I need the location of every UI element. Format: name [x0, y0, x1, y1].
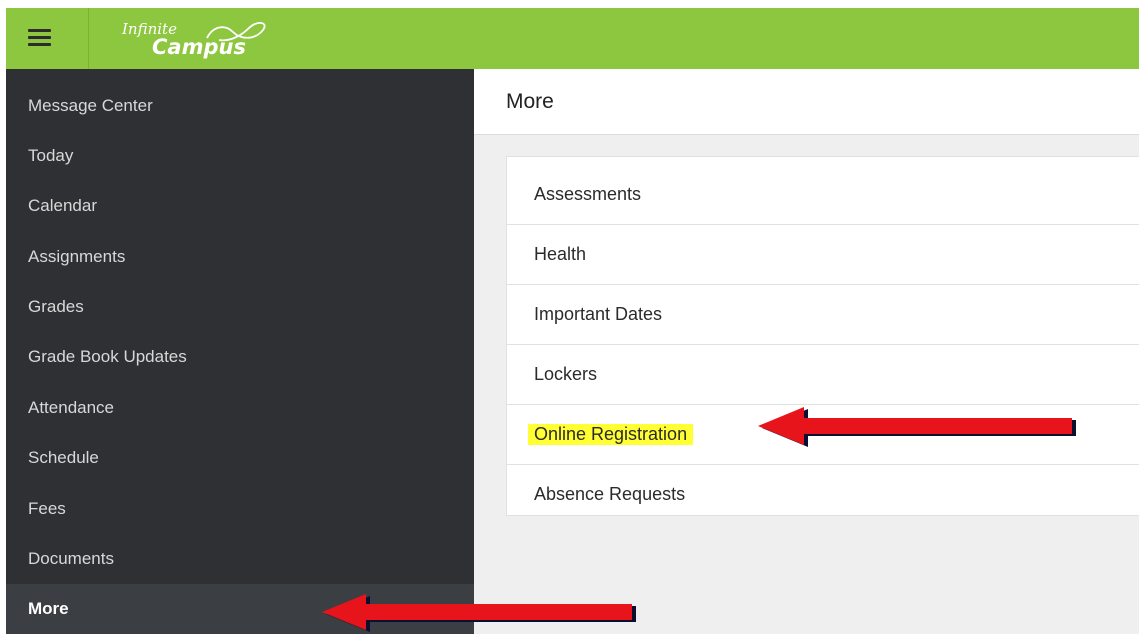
- menu-button[interactable]: [6, 8, 89, 69]
- app-frame: Infinite Campus Message Center Today Cal…: [6, 8, 1139, 634]
- page-title: More: [506, 90, 554, 113]
- sidebar-item-grades[interactable]: Grades: [6, 282, 474, 332]
- sidebar-item-label: Message Center: [28, 96, 153, 115]
- sidebar-item-documents[interactable]: Documents: [6, 534, 474, 584]
- sidebar-item-message-center[interactable]: Message Center: [6, 81, 474, 131]
- annotation-arrow-more: [322, 594, 636, 632]
- sidebar-item-label: Calendar: [28, 196, 97, 215]
- annotation-arrow-online-registration: [758, 407, 1076, 447]
- sidebar-item-label: Grade Book Updates: [28, 347, 187, 366]
- left-arrow-icon: [758, 407, 1076, 447]
- sidebar-item-calendar[interactable]: Calendar: [6, 181, 474, 231]
- list-item-label-highlighted: Online Registration: [528, 424, 694, 445]
- sidebar-item-label: Fees: [28, 499, 66, 518]
- sidebar-item-label: Grades: [28, 297, 84, 316]
- infinity-swoosh-icon: [206, 22, 266, 42]
- list-item-label: Health: [534, 244, 587, 264]
- sidebar-item-attendance[interactable]: Attendance: [6, 383, 474, 433]
- list-item-assessments[interactable]: Assessments: [507, 165, 1139, 225]
- list-item-important-dates[interactable]: Important Dates: [507, 285, 1139, 345]
- list-item-absence-requests[interactable]: Absence Requests: [507, 465, 1139, 525]
- sidebar-item-label: More: [28, 599, 69, 618]
- infinite-campus-logo[interactable]: Infinite Campus: [122, 14, 322, 64]
- sidebar-item-fees[interactable]: Fees: [6, 484, 474, 534]
- top-bar: Infinite Campus: [6, 8, 1139, 69]
- more-list: Assessments Health Important Dates Locke…: [506, 156, 1139, 516]
- sidebar-item-today[interactable]: Today: [6, 131, 474, 181]
- page-header: More: [474, 69, 1139, 135]
- sidebar-item-label: Documents: [28, 549, 114, 568]
- left-arrow-icon: [322, 594, 636, 632]
- list-item-lockers[interactable]: Lockers: [507, 345, 1139, 405]
- sidebar-item-schedule[interactable]: Schedule: [6, 433, 474, 483]
- sidebar-nav: Message Center Today Calendar Assignment…: [6, 69, 474, 634]
- sidebar-item-grade-book-updates[interactable]: Grade Book Updates: [6, 332, 474, 382]
- sidebar-item-assignments[interactable]: Assignments: [6, 232, 474, 282]
- list-item-label: Lockers: [534, 364, 598, 384]
- list-item-label: Assessments: [534, 184, 642, 204]
- list-item-label: Absence Requests: [534, 484, 686, 504]
- list-item-label: Important Dates: [534, 304, 663, 324]
- sidebar-item-label: Attendance: [28, 398, 115, 417]
- list-item-health[interactable]: Health: [507, 225, 1139, 285]
- sidebar-item-label: Assignments: [28, 247, 126, 266]
- sidebar-item-label: Today: [28, 146, 74, 165]
- sidebar-item-label: Schedule: [28, 448, 99, 467]
